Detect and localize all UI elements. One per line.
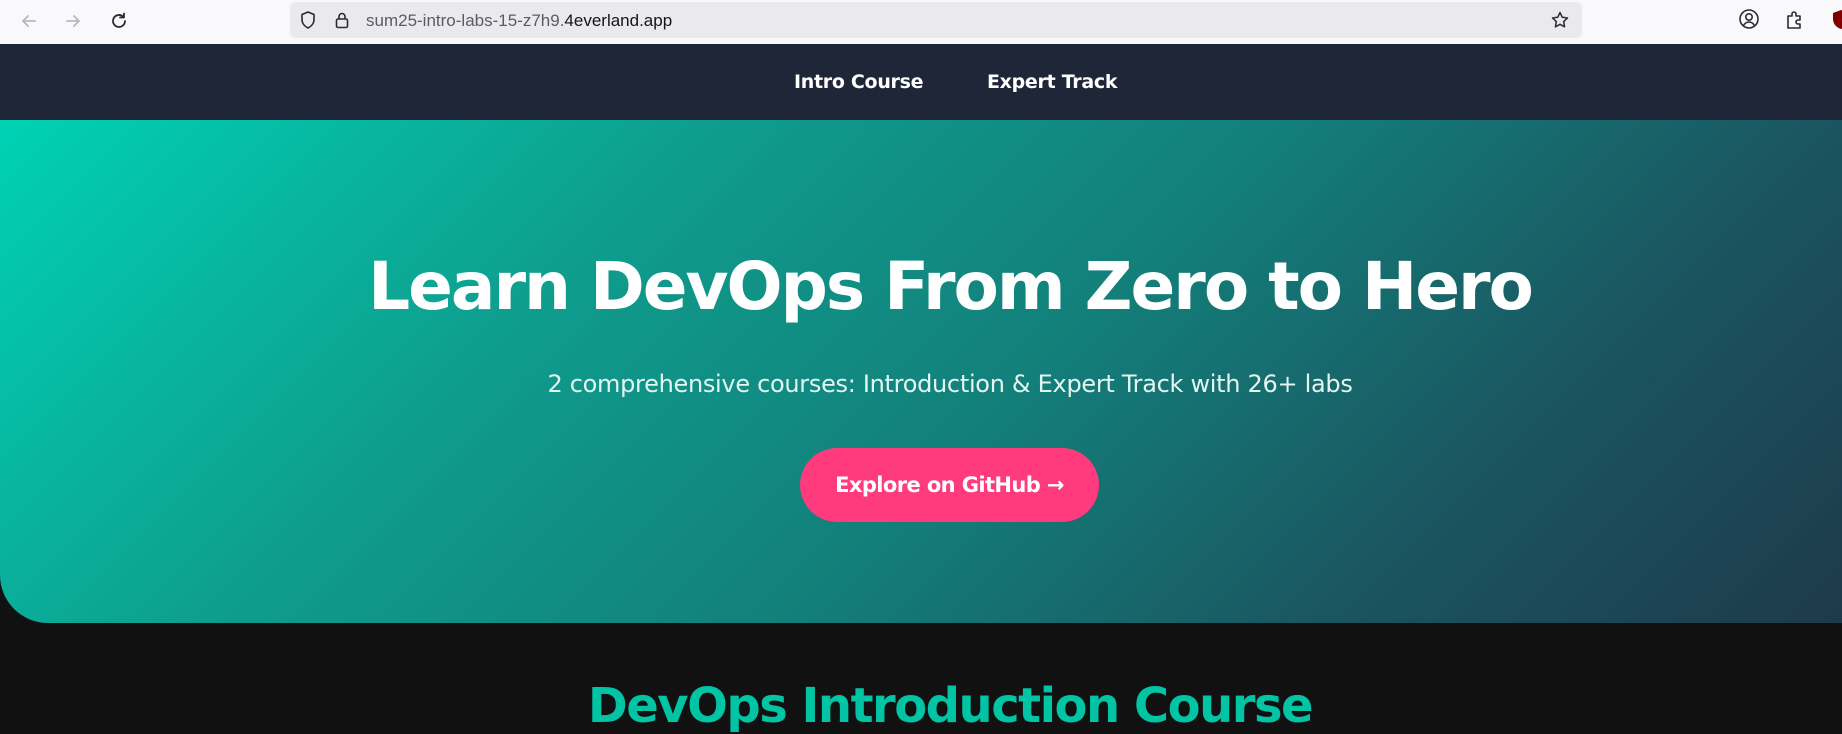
hero-section: Learn DevOps From Zero to Hero 2 compreh… (0, 120, 1842, 623)
account-icon[interactable] (1738, 8, 1760, 30)
forward-icon (66, 15, 80, 27)
extensions-icon[interactable] (1784, 8, 1806, 30)
url-prefix: sum25-intro-labs-15-z7h9. (366, 11, 565, 30)
hero-title: Learn DevOps From Zero to Hero (368, 248, 1534, 325)
ublock-icon[interactable] (1830, 8, 1842, 30)
back-button[interactable] (14, 6, 44, 36)
explore-github-button[interactable]: Explore on GitHub → (800, 448, 1099, 522)
shield-icon[interactable] (298, 10, 318, 30)
url-text[interactable]: sum25-intro-labs-15-z7h9.4everland.app (366, 11, 672, 31)
nav-link-intro-course[interactable]: Intro Course (794, 71, 924, 93)
reload-icon (112, 12, 126, 28)
reload-button[interactable] (104, 6, 134, 36)
url-bar[interactable]: sum25-intro-labs-15-z7h9.4everland.app (290, 2, 1582, 38)
url-domain: 4everland.app (564, 11, 673, 30)
nav-link-expert-track[interactable]: Expert Track (987, 71, 1117, 93)
site-navbar: Intro Course Expert Track (0, 44, 1842, 120)
lock-icon[interactable] (332, 10, 352, 30)
bookmark-star-icon[interactable] (1550, 10, 1570, 30)
back-icon (22, 15, 36, 27)
forward-button[interactable] (58, 6, 88, 36)
browser-toolbar: sum25-intro-labs-15-z7h9.4everland.app (0, 0, 1842, 44)
hero-subtitle: 2 comprehensive courses: Introduction & … (547, 370, 1353, 398)
